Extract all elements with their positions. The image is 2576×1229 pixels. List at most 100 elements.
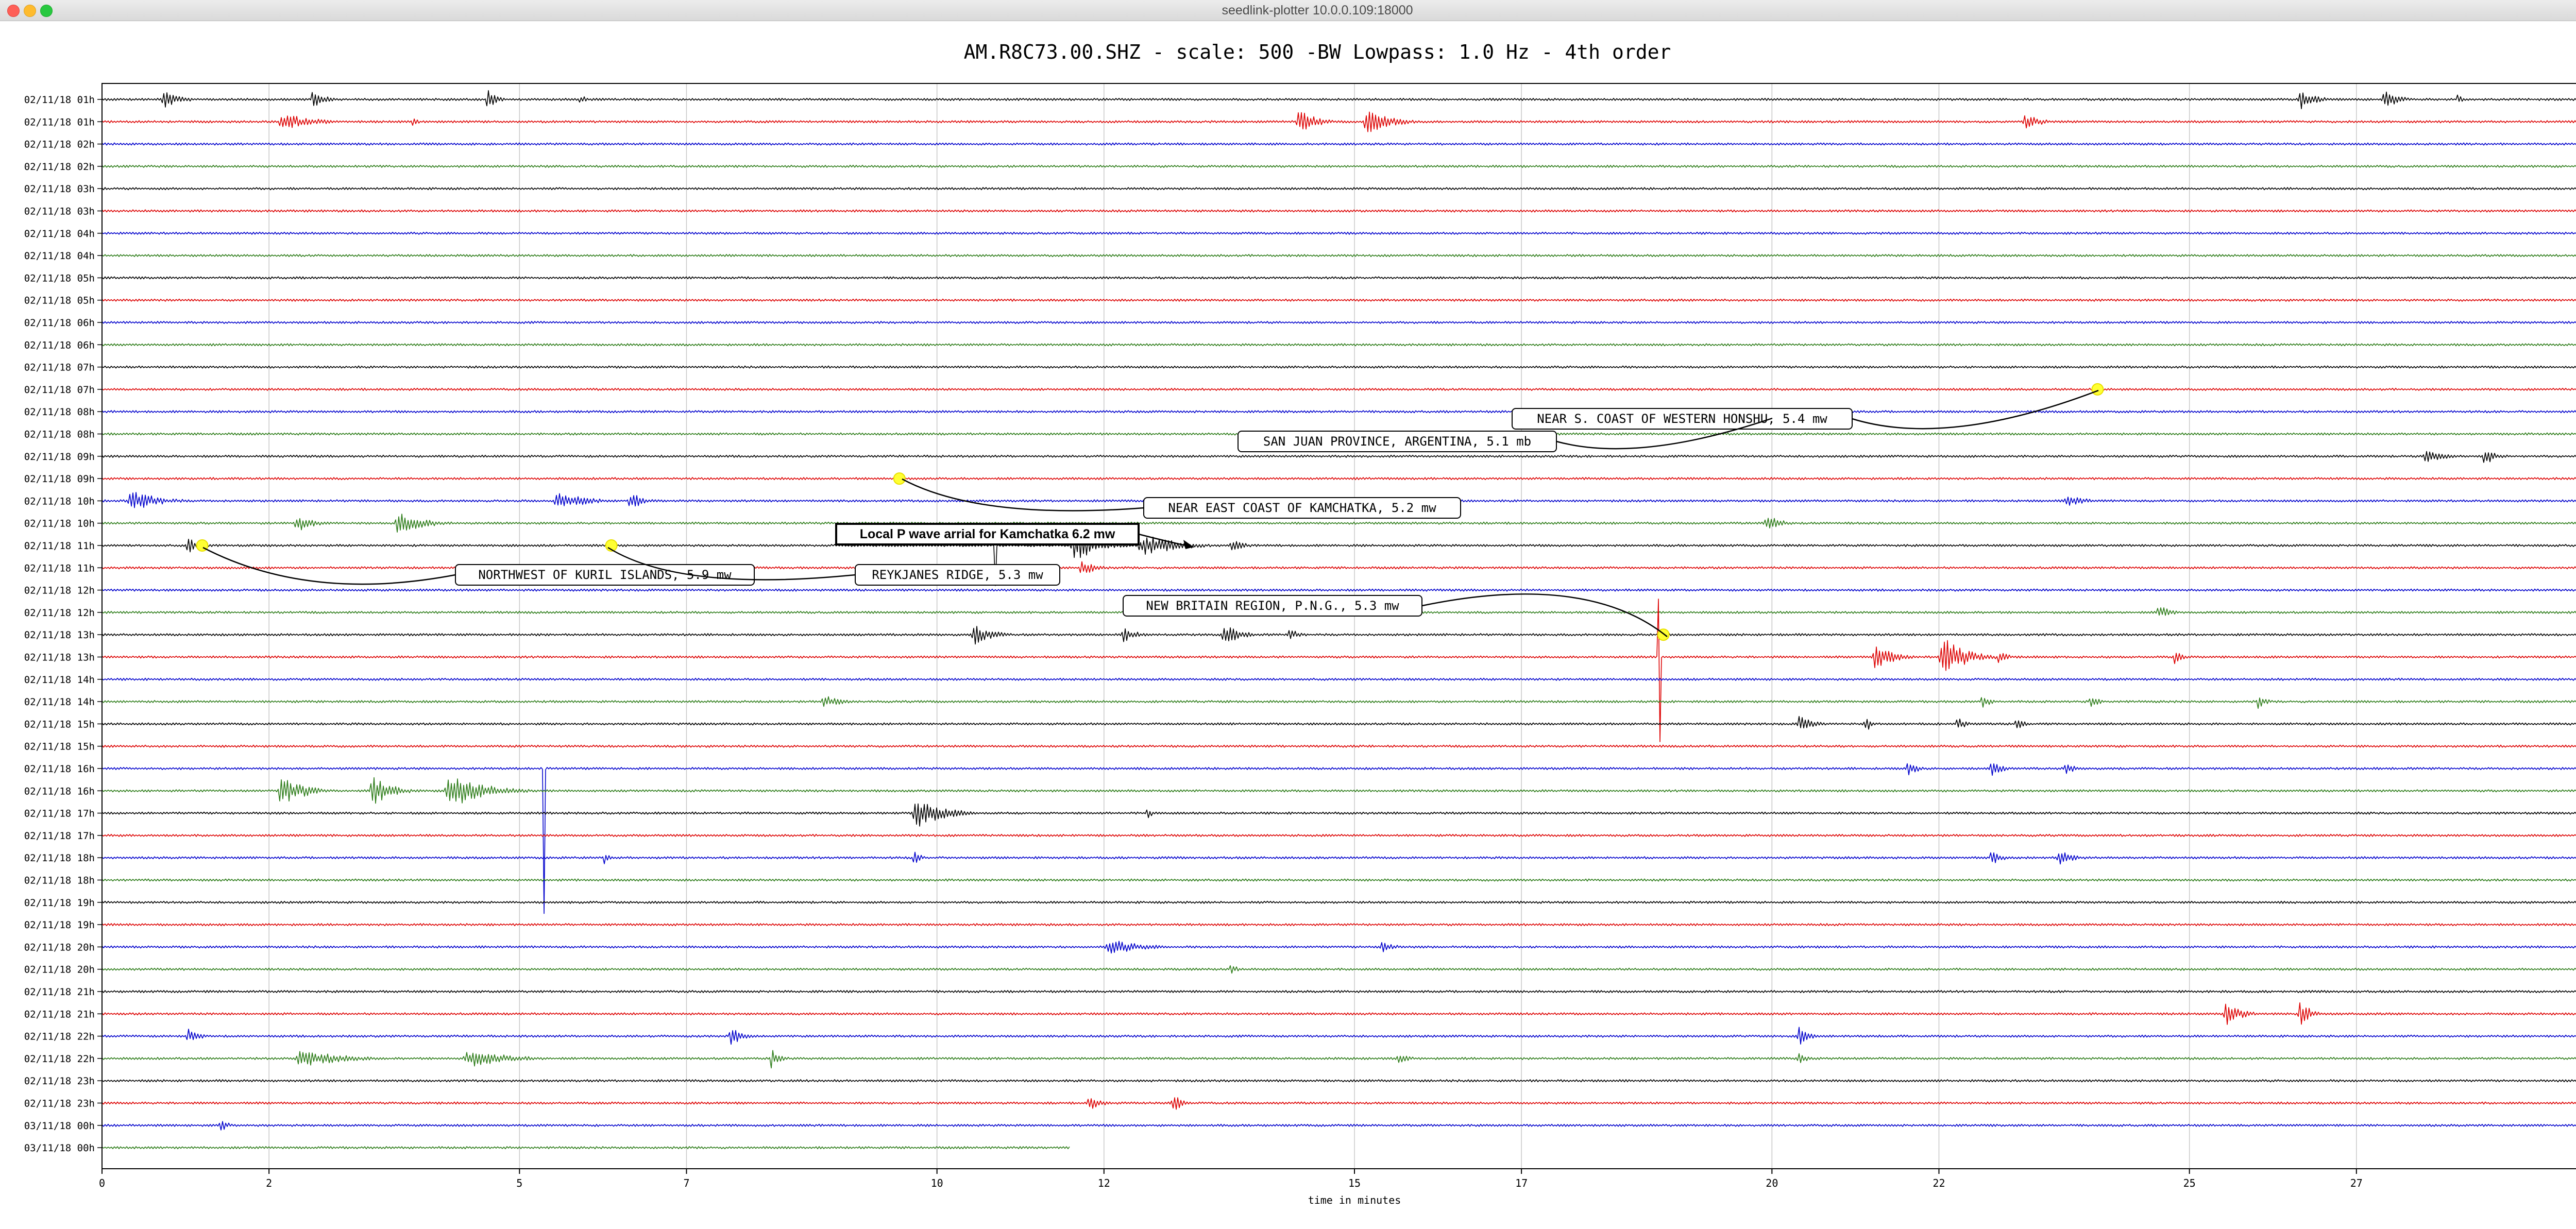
annotation-label: NEAR S. COAST OF WESTERN HONSHU, 5.4 mw [1537,412,1827,426]
row-label: 02/11/18 07h [24,362,95,373]
annotation-label: NEW BRITAIN REGION, P.N.G., 5.3 mw [1146,599,1399,613]
row-label: 02/11/18 16h [24,763,95,775]
row-label: 02/11/18 22h [24,1031,95,1043]
row-label: 02/11/18 04h [24,250,95,262]
trace-line [101,626,2576,645]
x-tick-label: 22 [1933,1177,1945,1189]
row-label: 02/11/18 09h [24,473,95,485]
x-tick-label: 25 [2183,1177,2196,1189]
row-label: 02/11/18 14h [24,674,95,686]
vertical-grid [268,83,2357,1169]
row-label: 02/11/18 01h [24,94,95,106]
trace-line [101,900,2576,904]
trace-line [101,923,2576,927]
row-labels: 02/11/18 01h 02/11/18 01h 02/11/18 02h 02/1… [24,94,102,1154]
trace-line [101,1121,2576,1131]
row-label: 02/11/18 08h [24,429,95,440]
row-label: 02/11/18 10h [24,518,95,530]
row-label: 02/11/18 08h [24,406,95,418]
trace-line [101,387,2576,391]
trace-line [101,677,2576,681]
row-label: 02/11/18 23h [24,1076,95,1087]
row-label: 02/11/18 19h [24,919,95,931]
row-label: 02/11/18 13h [24,652,95,663]
trace-line [101,1002,2576,1025]
row-label: 02/11/18 12h [24,607,95,619]
annotation-leader-line [1852,389,2099,430]
row-label: 02/11/18 06h [24,339,95,351]
row-label: 02/11/18 09h [24,451,95,463]
trace-line [101,343,2576,347]
trace-line [101,187,2576,191]
x-axis-label: time in minutes [1308,1194,1401,1206]
row-label: 02/11/18 03h [24,206,95,217]
event-annotations: NEAR S. COAST OF WESTERN HONSHU, 5.4 mw S… [196,383,2104,641]
row-label: 02/11/18 14h [24,696,95,708]
row-label: 03/11/18 00h [24,1142,95,1154]
row-label: 02/11/18 21h [24,986,95,998]
trace-line [101,716,2576,730]
row-label: 02/11/18 20h [24,942,95,953]
trace-line [101,298,2576,302]
x-axis-ticks: 0257101215172022252730 [99,1169,2363,1189]
trace-line [101,231,2576,235]
event-marker [2091,383,2104,396]
trace-line [101,763,2576,914]
row-label: 02/11/18 06h [24,317,95,329]
annotation-leader-line [1421,593,1668,637]
x-tick-label: 2 [266,1177,272,1189]
row-label: 02/11/18 10h [24,496,95,507]
trace-line [101,777,2576,804]
x-tick-label: 7 [683,1177,689,1189]
row-label: 02/11/18 16h [24,786,95,797]
trace-line [101,1146,1070,1150]
trace-line [101,965,2576,974]
row-label: 02/11/18 21h [24,1009,95,1020]
trace-lines [101,90,2576,1150]
chart-title: AM.R8C73.00.SHZ - scale: 500 -BW Lowpass… [964,41,1671,63]
trace-line [101,164,2576,168]
x-tick-label: 27 [2350,1177,2363,1189]
trace-line [101,209,2576,213]
trace-line [101,276,2576,280]
annotation-label: SAN JUAN PROVINCE, ARGENTINA, 5.1 mb [1263,434,1531,449]
row-label: 02/11/18 15h [24,741,95,753]
seismogram-chart: AM.R8C73.00.SHZ - scale: 500 -BW Lowpass… [24,41,2576,1206]
annotation-leader-line [902,478,1144,511]
x-tick-label: 10 [931,1177,943,1189]
row-label: 02/11/18 12h [24,585,95,596]
annotation-label: Local P wave arrial for Kamchatka 6.2 mw [860,527,1115,541]
annotation-label: NEAR EAST COAST OF KAMCHATKA, 5.2 mw [1168,501,1436,515]
x-tick-label: 17 [1515,1177,1528,1189]
trace-line [101,1027,2576,1045]
row-label: 02/11/18 23h [24,1098,95,1109]
trace-line [101,941,2576,954]
trace-line [101,588,2576,592]
row-label: 02/11/18 01h [24,116,95,128]
annotation-label: REYKJANES RIDGE, 5.3 mw [872,568,1043,582]
trace-line [101,90,2576,109]
row-label: 02/11/18 19h [24,897,95,909]
trace-line [101,696,2576,709]
x-tick-label: 5 [516,1177,522,1189]
row-label: 02/11/18 04h [24,228,95,240]
row-label: 02/11/18 05h [24,272,95,284]
row-label: 02/11/18 20h [24,964,95,976]
row-label: 02/11/18 17h [24,830,95,842]
trace-line [101,142,2576,146]
trace-line [101,599,2576,742]
row-label: 02/11/18 18h [24,875,95,886]
row-label: 02/11/18 11h [24,540,95,552]
trace-line [101,833,2576,837]
annotation-leader-line [202,547,456,585]
row-label: 03/11/18 00h [24,1120,95,1132]
row-label: 02/11/18 05h [24,295,95,306]
row-label: 02/11/18 18h [24,852,95,864]
row-label: 02/11/18 22h [24,1053,95,1065]
event-marker [893,472,906,485]
trace-line [101,803,2576,827]
trace-line [101,451,2576,463]
trace-line [101,111,2576,132]
trace-line [101,990,2576,993]
trace-line [101,365,2576,369]
